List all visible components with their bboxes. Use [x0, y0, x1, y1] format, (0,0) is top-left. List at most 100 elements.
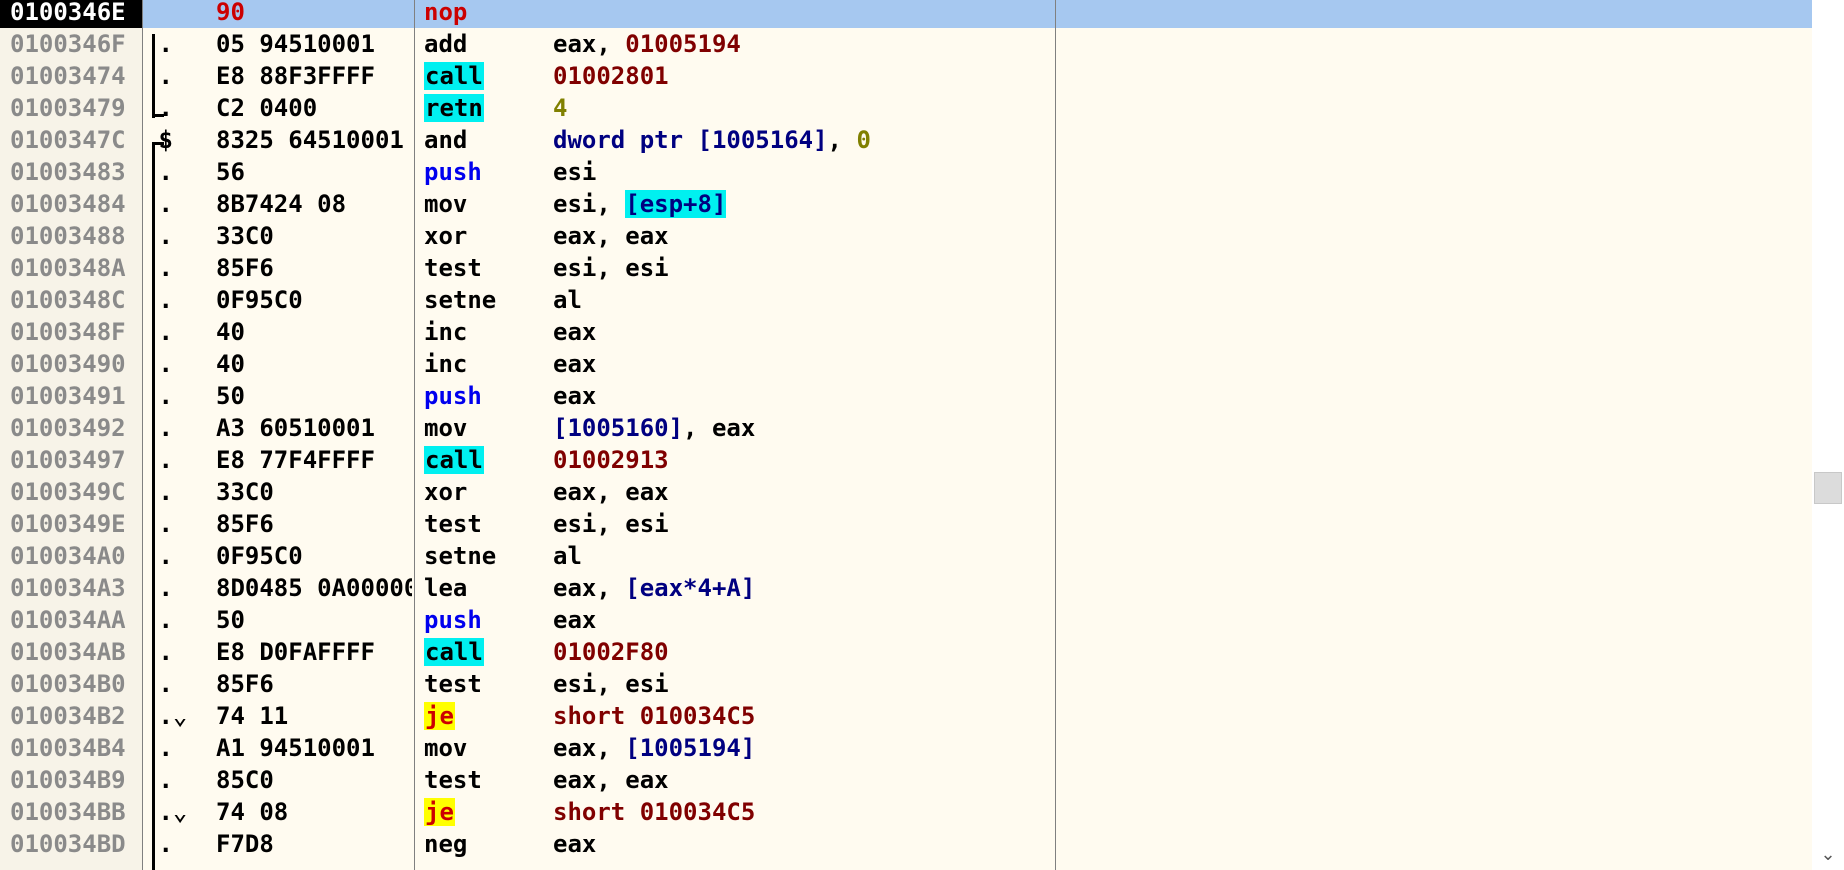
row-address: 010034BB [10, 798, 126, 826]
disassembly-row[interactable]: 01003488 . 33C0 xor eax, eax [0, 220, 1812, 252]
operand-part: [1005194] [625, 734, 756, 762]
disassembly-row[interactable]: 0100346F . 05 94510001 add eax, 01005194 [0, 28, 1812, 60]
row-operands: [1005160], eax [553, 412, 1053, 444]
disassembly-row[interactable]: 0100346E 90 nop [0, 0, 1812, 28]
disassembly-row[interactable]: 01003490 . 40 inc eax [0, 348, 1812, 380]
disassembly-row[interactable]: 010034BD . F7D8 neg eax [0, 828, 1812, 860]
row-mnemonic: lea [424, 572, 544, 604]
operand-part: eax, [553, 574, 626, 602]
operand-part: short 010034C5 [553, 798, 756, 826]
mnemonic-text: mov [424, 190, 468, 218]
disassembly-row[interactable]: 0100348F . 40 inc eax [0, 316, 1812, 348]
operand-part: short 010034C5 [553, 702, 756, 730]
mnemonic-text: je [424, 798, 455, 826]
operand-part: esi, [553, 190, 626, 218]
disassembly-row[interactable]: 010034B2 .⌄ 74 11 je short 010034C5 [0, 700, 1812, 732]
operand-part: eax, [553, 734, 626, 762]
disassembly-row[interactable]: 01003483 . 56 push esi [0, 156, 1812, 188]
disassembly-pane[interactable]: 0100346E 90 nop 0100346F . 05 94510001 add eax… [0, 0, 1844, 870]
operand-part: 0 [856, 126, 871, 154]
disassembly-row[interactable]: 01003474 . E8 88F3FFFF call 01002801 [0, 60, 1812, 92]
row-hex-dump: E8 88F3FFFF [216, 62, 375, 90]
row-mnemonic: push [424, 604, 544, 636]
row-address: 0100346E [0, 0, 142, 28]
row-address: 010034B0 [10, 670, 126, 698]
disassembly-row[interactable]: 01003479 . C2 0400 retn 4 [0, 92, 1812, 124]
disassembly-row[interactable]: 010034A0 . 0F95C0 setne al [0, 540, 1812, 572]
row-hex-dump: 85F6 [216, 510, 274, 538]
disassembly-row[interactable]: 01003491 . 50 push eax [0, 380, 1812, 412]
chevron-down-icon[interactable]: ⌄ [1812, 838, 1844, 870]
row-address: 01003479 [10, 94, 126, 122]
row-mnemonic: mov [424, 732, 544, 764]
row-hex-dump: 40 [216, 318, 245, 346]
row-operands: esi, [esp+8] [553, 188, 1053, 220]
disassembly-row[interactable]: 010034AB . E8 D0FAFFFF call 01002F80 [0, 636, 1812, 668]
row-address: 010034AB [10, 638, 126, 666]
mnemonic-text: mov [424, 734, 468, 762]
row-mnemonic: setne [424, 540, 544, 572]
disassembly-row[interactable]: 010034A3 . 8D0485 0A000000 lea eax, [eax*4+… [0, 572, 1812, 604]
row-address: 0100349E [10, 510, 126, 538]
row-hex-dump: 0F95C0 [216, 286, 303, 314]
row-mnemonic: xor [424, 220, 544, 252]
row-operands: dword ptr [1005164], 0 [553, 124, 1053, 156]
row-hex-dump: F7D8 [216, 830, 274, 858]
row-hex-dump: 50 [216, 606, 245, 634]
row-hex-dump: 8325 64510001 [216, 126, 404, 154]
disassembly-row[interactable]: 010034AA . 50 push eax [0, 604, 1812, 636]
row-mnemonic: setne [424, 284, 544, 316]
row-hex-dump: 85C0 [216, 766, 274, 794]
operand-part: 4 [553, 94, 568, 122]
mnemonic-text: inc [424, 318, 468, 346]
operand-part: eax, [553, 30, 626, 58]
row-hex-dump: 85F6 [216, 670, 274, 698]
row-address: 01003491 [10, 382, 126, 410]
row-address: 01003497 [10, 446, 126, 474]
row-address: 0100348C [10, 286, 126, 314]
row-mnemonic: nop [424, 0, 544, 28]
row-address: 01003490 [10, 350, 126, 378]
row-hex-dump: 0F95C0 [216, 542, 303, 570]
row-mnemonic: push [424, 380, 544, 412]
row-operands: eax [553, 380, 1053, 412]
row-hex-dump: 74 11 [216, 702, 289, 730]
disassembly-row[interactable]: 010034B9 . 85C0 test eax, eax [0, 764, 1812, 796]
disassembly-row[interactable]: 010034BB .⌄ 74 08 je short 010034C5 [0, 796, 1812, 828]
row-operands: eax, eax [553, 764, 1053, 796]
disassembly-row[interactable]: 01003484 . 8B7424 08 mov esi, [esp+8] [0, 188, 1812, 220]
row-address: 0100346F [10, 30, 126, 58]
disassembly-row[interactable]: 010034B0 . 85F6 test esi, esi [0, 668, 1812, 700]
row-address: 0100349C [10, 478, 126, 506]
disassembly-row[interactable]: 010034B4 . A1 94510001 mov eax, [1005194] [0, 732, 1812, 764]
scrollbar-thumb[interactable] [1814, 472, 1842, 504]
row-mnemonic: retn [424, 92, 544, 124]
row-mnemonic: test [424, 668, 544, 700]
operand-part: esi [553, 158, 597, 186]
mnemonic-text: push [424, 158, 482, 186]
row-hex-dump: 90 [216, 0, 245, 26]
disassembly-row[interactable]: 0100348C . 0F95C0 setne al [0, 284, 1812, 316]
disassembly-row[interactable]: 01003497 . E8 77F4FFFF call 01002913 [0, 444, 1812, 476]
row-mnemonic: inc [424, 316, 544, 348]
procedure-brace-2 [152, 142, 155, 870]
disassembly-row[interactable]: 01003492 . A3 60510001 mov [1005160], eax [0, 412, 1812, 444]
disassembly-row[interactable]: 0100349E . 85F6 test esi, esi [0, 508, 1812, 540]
vertical-scrollbar[interactable] [1812, 0, 1844, 870]
disassembly-row[interactable]: 0100348A . 85F6 test esi, esi [0, 252, 1812, 284]
mnemonic-text: mov [424, 414, 468, 442]
disassembly-rows[interactable]: 0100346E 90 nop 0100346F . 05 94510001 add eax… [0, 0, 1812, 870]
mnemonic-text: call [424, 446, 484, 474]
row-address: 010034B4 [10, 734, 126, 762]
row-mnemonic: push [424, 156, 544, 188]
disassembly-row[interactable]: 0100349C . 33C0 xor eax, eax [0, 476, 1812, 508]
row-mnemonic: and [424, 124, 544, 156]
row-mnemonic: xor [424, 476, 544, 508]
row-operands: short 010034C5 [553, 796, 1053, 828]
disassembly-row[interactable]: 0100347C $8325 64510001 and dword ptr [100… [0, 124, 1812, 156]
row-hex-dump: A1 94510001 [216, 734, 375, 762]
row-address: 010034B9 [10, 766, 126, 794]
row-hex-dump: 8B7424 08 [216, 190, 347, 218]
row-operands [553, 0, 1053, 28]
row-hex-dump: 8D0485 0A000000 [216, 574, 412, 602]
